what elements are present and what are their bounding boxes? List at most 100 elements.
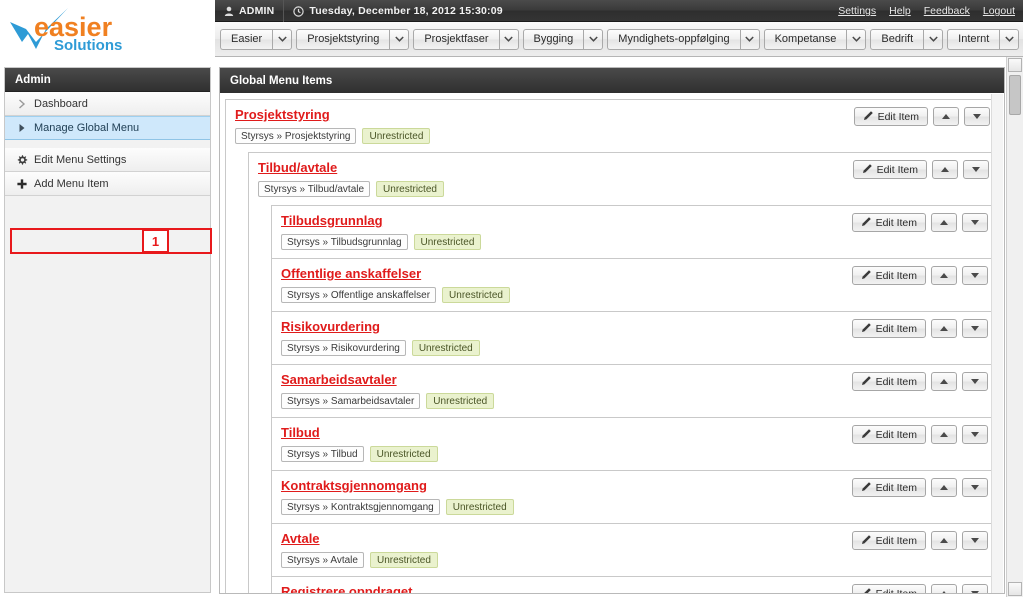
menu-button[interactable]: Bedrift <box>870 28 924 50</box>
edit-item-label: Edit Item <box>876 163 918 176</box>
move-down-button[interactable] <box>962 319 988 338</box>
edit-item-button[interactable]: Edit Item <box>853 107 928 126</box>
pencil-icon <box>861 216 872 230</box>
menu-item-node: Offentlige anskaffelser Styrsys » Offentl… <box>271 258 997 311</box>
move-down-button[interactable] <box>963 160 989 179</box>
easier-solutions-logo[interactable]: easier Solutions <box>6 2 146 56</box>
move-up-button[interactable] <box>931 425 957 444</box>
restriction-badge: Unrestricted <box>369 552 438 568</box>
chevron-down-icon[interactable] <box>846 28 867 50</box>
menu-button[interactable]: Internt <box>947 28 1000 50</box>
topbar-left-group: ADMIN Tuesday, December 18, 2012 15:30:0… <box>215 0 512 22</box>
chevron-down-icon[interactable] <box>923 28 944 50</box>
edit-item-button[interactable]: Edit Item <box>851 319 926 338</box>
move-up-button[interactable] <box>933 107 959 126</box>
move-up-button[interactable] <box>931 372 957 391</box>
page-scrollbar[interactable] <box>1006 57 1023 597</box>
chevron-down-icon[interactable] <box>583 28 604 50</box>
menu-item-badges: Styrsys » Risikovurdering Unrestricted <box>281 340 987 356</box>
move-down-button[interactable] <box>962 425 988 444</box>
chevron-down-icon[interactable] <box>498 28 519 50</box>
menu-item-title-link[interactable]: Samarbeidsavtaler <box>281 372 397 387</box>
clock: Tuesday, December 18, 2012 15:30:09 <box>284 0 511 22</box>
menu-button[interactable]: Prosjektstyring <box>296 28 390 50</box>
menu-button[interactable]: Bygging <box>522 28 584 50</box>
edit-item-button[interactable]: Edit Item <box>851 266 926 285</box>
menu-item-node: Prosjektstyring Styrsys » Prosjektstyring… <box>225 99 999 593</box>
menu-item-title-link[interactable]: Risikovurdering <box>281 319 380 334</box>
current-user[interactable]: ADMIN <box>215 0 283 22</box>
chevron-down-icon[interactable] <box>389 28 410 50</box>
menu-item-title-link[interactable]: Offentlige anskaffelser <box>281 266 421 281</box>
scroll-thumb[interactable] <box>1009 75 1021 115</box>
row-actions: Edit Item <box>851 584 988 593</box>
pencil-icon <box>861 428 872 442</box>
edit-item-button[interactable]: Edit Item <box>851 213 926 232</box>
menu-item-badges: Styrsys » Tilbud Unrestricted <box>281 446 987 462</box>
scroll-up-button[interactable] <box>1008 58 1022 72</box>
menu-item-title-link[interactable]: Tilbud <box>281 425 320 440</box>
menu-item-title-link[interactable]: Registrere oppdraget <box>281 584 412 593</box>
move-down-button[interactable] <box>962 372 988 391</box>
menu-item-row: Kontraktsgjennomgang Styrsys » Kontraktsg… <box>272 471 996 523</box>
move-up-button[interactable] <box>931 584 957 593</box>
help-link[interactable]: Help <box>889 5 911 17</box>
move-down-button[interactable] <box>962 266 988 285</box>
restriction-badge: Unrestricted <box>362 128 431 144</box>
menu-item-row: Risikovurdering Styrsys » Risikovurdering… <box>272 312 996 364</box>
chevron-down-icon[interactable] <box>999 28 1020 50</box>
main-menu-bar: Easier Prosjektstyring Prosjektfaser Byggin… <box>215 22 1023 57</box>
menu-button[interactable]: Myndighets-oppfølging <box>607 28 740 50</box>
edit-item-button[interactable]: Edit Item <box>851 478 926 497</box>
menu-group-0: Easier <box>220 28 293 50</box>
menu-item-row: Prosjektstyring Styrsys » Prosjektstyring… <box>226 100 998 152</box>
menu-item-title-link[interactable]: Prosjektstyring <box>235 107 330 122</box>
settings-link[interactable]: Settings <box>838 5 876 17</box>
menu-button[interactable]: Kompetanse <box>763 28 847 50</box>
edit-item-button[interactable]: Edit Item <box>851 531 926 550</box>
move-up-button[interactable] <box>931 319 957 338</box>
menu-item-title-link[interactable]: Tilbudsgrunnlag <box>281 213 383 228</box>
move-down-button[interactable] <box>962 531 988 550</box>
sidebar-item-label: Manage Global Menu <box>34 122 140 134</box>
menu-button[interactable]: Easier <box>220 28 273 50</box>
move-down-button[interactable] <box>962 213 988 232</box>
move-down-button[interactable] <box>962 478 988 497</box>
menu-item-row: Offentlige anskaffelser Styrsys » Offentl… <box>272 259 996 311</box>
sidebar-item-dashboard[interactable]: Dashboard <box>5 92 210 116</box>
move-down-button[interactable] <box>962 584 988 593</box>
move-up-button[interactable] <box>931 478 957 497</box>
pencil-icon <box>862 163 873 177</box>
scroll-down-button[interactable] <box>1008 582 1022 596</box>
edit-item-button[interactable]: Edit Item <box>851 584 926 593</box>
feedback-link[interactable]: Feedback <box>924 5 970 17</box>
breadcrumb-badge: Styrsys » Offentlige anskaffelser <box>281 287 437 303</box>
move-up-button[interactable] <box>931 213 957 232</box>
menu-item-badges: Styrsys » Offentlige anskaffelser Unrestr… <box>281 287 987 303</box>
menu-item-badges: Styrsys » Tilbudsgrunnlag Unrestricted <box>281 234 987 250</box>
move-up-button[interactable] <box>931 266 957 285</box>
menu-item-title-link[interactable]: Tilbud/avtale <box>258 160 337 175</box>
chevron-down-icon[interactable] <box>272 28 293 50</box>
chevron-down-icon[interactable] <box>739 28 760 50</box>
move-up-button[interactable] <box>932 160 958 179</box>
sidebar-item-manage-global-menu[interactable]: Manage Global Menu <box>5 116 210 140</box>
edit-item-label: Edit Item <box>875 534 917 547</box>
clock-label: Tuesday, December 18, 2012 15:30:09 <box>309 5 503 17</box>
menu-item-title-link[interactable]: Avtale <box>281 531 320 546</box>
move-down-button[interactable] <box>964 107 990 126</box>
sidebar-header: Admin <box>5 68 210 92</box>
edit-item-button[interactable]: Edit Item <box>852 160 927 179</box>
annotation-highlight-box <box>10 228 212 254</box>
edit-item-button[interactable]: Edit Item <box>851 372 926 391</box>
panel-inner-scrollbar[interactable] <box>991 94 1003 593</box>
restriction-badge: Unrestricted <box>376 181 444 197</box>
sidebar-action-edit-menu-settings[interactable]: Edit Menu Settings <box>5 148 210 172</box>
pencil-icon <box>863 110 874 124</box>
sidebar-action-add-menu-item[interactable]: Add Menu Item <box>5 172 210 196</box>
move-up-button[interactable] <box>931 531 957 550</box>
logout-link[interactable]: Logout <box>983 5 1015 17</box>
menu-item-title-link[interactable]: Kontraktsgjennomgang <box>281 478 427 493</box>
edit-item-button[interactable]: Edit Item <box>851 425 926 444</box>
menu-button[interactable]: Prosjektfaser <box>413 28 499 50</box>
